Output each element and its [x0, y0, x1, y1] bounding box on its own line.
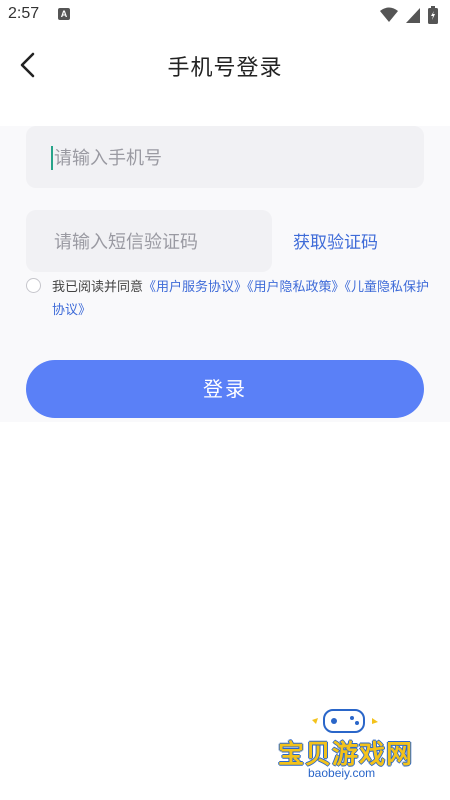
- link-user-service-agreement[interactable]: 《用户服务协议》: [143, 280, 247, 295]
- phone-input[interactable]: [52, 126, 375, 190]
- status-icons: [380, 6, 438, 24]
- a-icon: A: [58, 8, 70, 20]
- link-privacy-policy[interactable]: 《用户隐私政策》: [247, 280, 345, 295]
- watermark-url: baobeiy.com: [308, 766, 376, 780]
- battery-icon: [428, 6, 438, 24]
- agreement-prefix: 我已阅读并同意: [52, 280, 144, 295]
- app-header: 手机号登录: [0, 30, 450, 102]
- status-bar: 2:57 A: [0, 0, 450, 30]
- get-code-button[interactable]: 获取验证码: [293, 228, 378, 253]
- status-time: 2:57: [8, 5, 40, 22]
- agreement-checkbox[interactable]: [26, 278, 41, 293]
- sms-code-input[interactable]: [52, 210, 253, 274]
- agreement-text: 我已阅读并同意《用户服务协议》《用户隐私政策》《儿童隐私保护协议》: [52, 276, 432, 322]
- wifi-icon: [380, 7, 398, 22]
- page-title: 手机号登录: [167, 56, 283, 81]
- sms-code-field[interactable]: [26, 210, 272, 274]
- watermark-logo: 宝贝游戏网 baobeiy.com: [272, 700, 442, 790]
- phone-field[interactable]: [26, 126, 424, 190]
- signal-icon: [406, 8, 420, 23]
- login-form: 获取验证码 我已阅读并同意《用户服务协议》《用户隐私政策》《儿童隐私保护协议》 …: [0, 126, 450, 422]
- login-button[interactable]: 登录: [26, 360, 424, 418]
